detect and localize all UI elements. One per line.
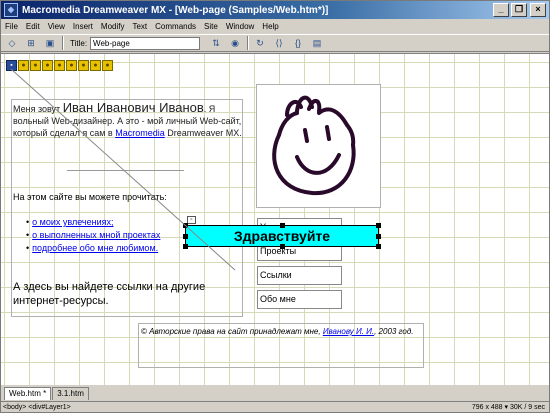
menu-file[interactable]: File <box>1 22 22 31</box>
dreamweaver-app-icon: ◆ <box>4 3 18 17</box>
menu-window[interactable]: Window <box>222 22 258 31</box>
document-tabs: Web.htm * 3.1.htm <box>1 386 549 400</box>
view-options-icon[interactable]: ▤ <box>309 36 325 50</box>
window-title: Macromedia Dreamweaver MX - [Web-page (S… <box>22 4 329 16</box>
restore-button[interactable]: ❐ <box>511 3 527 17</box>
menu-text[interactable]: Text <box>128 22 151 31</box>
menu-insert[interactable]: Insert <box>69 22 97 31</box>
menu-modify[interactable]: Modify <box>97 22 129 31</box>
app-window: ◆ Macromedia Dreamweaver MX - [Web-page … <box>0 0 550 413</box>
menu-edit[interactable]: Edit <box>22 22 44 31</box>
tab-web-htm[interactable]: Web.htm * <box>4 387 52 400</box>
menu-site[interactable]: Site <box>200 22 222 31</box>
layer-connector-line <box>10 68 236 271</box>
status-bar: <body> <div#Layer1> 796 x 488 ▾ 30K / 9 … <box>1 401 549 412</box>
menu-help[interactable]: Help <box>258 22 282 31</box>
tab-3-1-htm[interactable]: 3.1.htm <box>52 387 89 400</box>
window-size-download-info[interactable]: 796 x 488 ▾ 30K / 9 sec <box>472 403 545 411</box>
title-label: Title: <box>70 38 88 48</box>
close-button[interactable]: × <box>530 3 546 17</box>
document-toolbar: ◇ ⊞ ▣ Title: ⇅ ◉ ↻ ⟨⟩ {} ▤ <box>1 34 549 52</box>
minimize-button[interactable]: _ <box>493 3 509 17</box>
title-bar: ◆ Macromedia Dreamweaver MX - [Web-page … <box>1 1 549 19</box>
split-view-icon[interactable]: ⊞ <box>23 36 39 50</box>
menu-commands[interactable]: Commands <box>151 22 200 31</box>
code-navigation-icon[interactable]: {} <box>290 36 306 50</box>
menu-bar: File Edit View Insert Modify Text Comman… <box>1 19 549 34</box>
refresh-icon[interactable]: ↻ <box>252 36 268 50</box>
file-management-icon[interactable]: ⇅ <box>208 36 224 50</box>
preview-in-browser-icon[interactable]: ◉ <box>227 36 243 50</box>
design-view[interactable]: ▪ ● ● ● ● ● ● ● ● Меня зовут Иван Иванов… <box>1 53 549 385</box>
menu-view[interactable]: View <box>44 22 69 31</box>
design-view-icon[interactable]: ▣ <box>42 36 58 50</box>
tag-selector[interactable]: <body> <div#Layer1> <box>3 404 71 411</box>
reference-icon[interactable]: ⟨⟩ <box>271 36 287 50</box>
toolbar-separator <box>62 36 64 50</box>
page-title-input[interactable] <box>90 36 201 50</box>
code-view-icon[interactable]: ◇ <box>4 36 20 50</box>
toolbar-separator <box>247 36 250 50</box>
